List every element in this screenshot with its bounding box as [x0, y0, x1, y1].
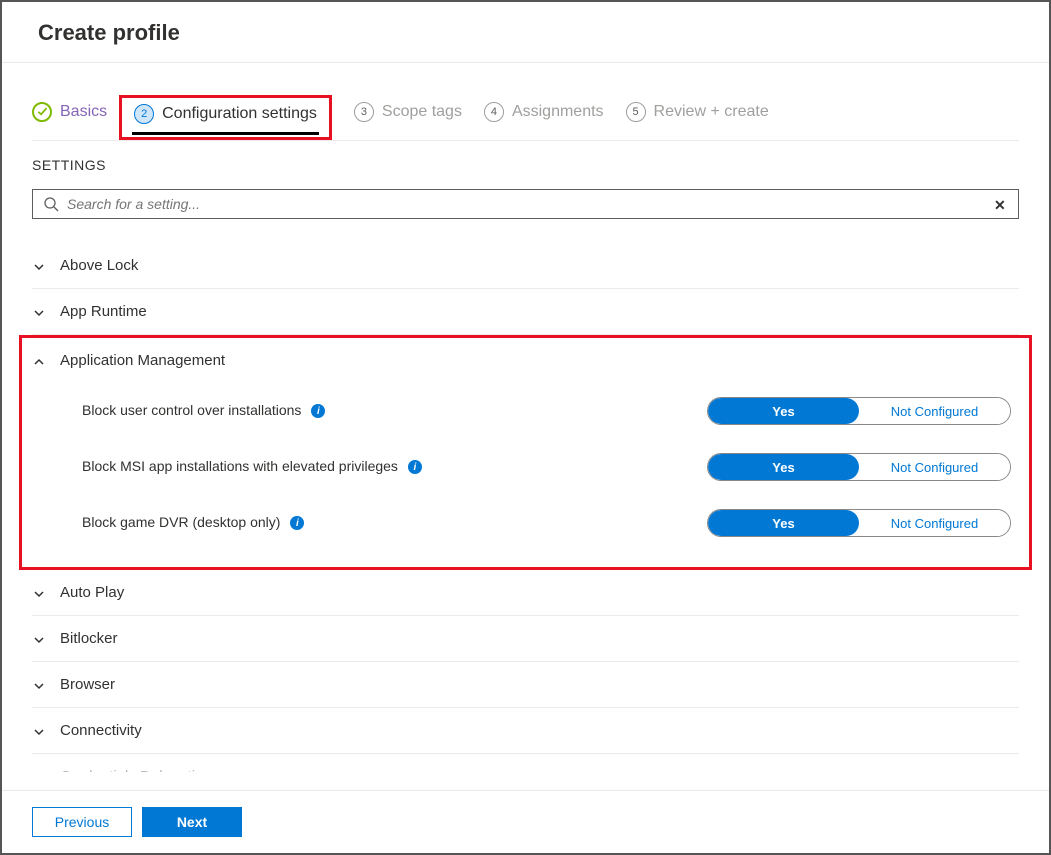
info-icon[interactable]: i	[290, 516, 304, 530]
tab-review-create[interactable]: 5 Review + create	[626, 102, 769, 134]
section-label: SETTINGS	[32, 157, 1019, 173]
step-badge: 5	[626, 102, 646, 122]
toggle-not-configured[interactable]: Not Configured	[859, 510, 1010, 536]
toggle-not-configured[interactable]: Not Configured	[859, 454, 1010, 480]
setting-row: Block game DVR (desktop only) i Yes Not …	[32, 495, 1019, 551]
setting-row: Block user control over installations i …	[32, 383, 1019, 439]
step-badge: 4	[484, 102, 504, 122]
chevron-down-icon	[32, 633, 46, 647]
category-auto-play[interactable]: Auto Play	[32, 570, 1019, 616]
setting-row: Block MSI app installations with elevate…	[32, 439, 1019, 495]
wizard-tabs: Basics 2 Configuration settings 3 Scope …	[32, 63, 1019, 141]
chevron-down-icon	[32, 771, 46, 773]
chevron-up-icon	[32, 355, 46, 369]
tab-basics[interactable]: Basics	[32, 102, 107, 134]
clear-icon[interactable]: ✕	[994, 197, 1008, 211]
toggle-block-game-dvr[interactable]: Yes Not Configured	[707, 509, 1011, 537]
setting-label: Block user control over installations	[82, 401, 301, 421]
toggle-yes[interactable]: Yes	[708, 398, 859, 424]
tab-label: Configuration settings	[162, 105, 317, 123]
category-label: Auto Play	[60, 584, 124, 601]
toggle-block-user-control[interactable]: Yes Not Configured	[707, 397, 1011, 425]
category-label: Above Lock	[60, 257, 138, 274]
category-highlight: Application Management Block user contro…	[19, 335, 1032, 570]
category-above-lock[interactable]: Above Lock	[32, 243, 1019, 289]
info-icon[interactable]: i	[311, 404, 325, 418]
info-icon[interactable]: i	[408, 460, 422, 474]
wizard-footer: Previous Next	[2, 790, 1049, 853]
next-button[interactable]: Next	[142, 807, 242, 837]
search-input[interactable]	[67, 196, 986, 212]
category-connectivity[interactable]: Connectivity	[32, 708, 1019, 754]
tab-highlight: 2 Configuration settings	[119, 95, 332, 140]
category-application-management[interactable]: Application Management	[32, 338, 1019, 383]
tab-label: Assignments	[512, 103, 604, 121]
chevron-down-icon	[32, 260, 46, 274]
toggle-not-configured[interactable]: Not Configured	[859, 398, 1010, 424]
category-label: App Runtime	[60, 303, 147, 320]
page-title: Create profile	[38, 20, 1019, 46]
category-credentials-delegation[interactable]: Credentials Delegation	[32, 754, 1019, 772]
category-label: Credentials Delegation	[60, 768, 212, 772]
chevron-down-icon	[32, 679, 46, 693]
tab-assignments[interactable]: 4 Assignments	[484, 102, 604, 134]
chevron-down-icon	[32, 306, 46, 320]
tab-label: Scope tags	[382, 103, 462, 121]
search-icon	[43, 196, 59, 212]
tab-label: Review + create	[654, 103, 769, 121]
toggle-block-msi[interactable]: Yes Not Configured	[707, 453, 1011, 481]
previous-button[interactable]: Previous	[32, 807, 132, 837]
search-box[interactable]: ✕	[32, 189, 1019, 219]
step-badge: 2	[134, 104, 154, 124]
category-label: Bitlocker	[60, 630, 118, 647]
setting-label: Block MSI app installations with elevate…	[82, 457, 398, 477]
setting-label: Block game DVR (desktop only)	[82, 513, 280, 533]
check-icon	[32, 102, 52, 122]
category-bitlocker[interactable]: Bitlocker	[32, 616, 1019, 662]
category-label: Connectivity	[60, 722, 142, 739]
category-label: Browser	[60, 676, 115, 693]
step-badge: 3	[354, 102, 374, 122]
tab-scope-tags[interactable]: 3 Scope tags	[354, 102, 462, 134]
chevron-down-icon	[32, 725, 46, 739]
category-label: Application Management	[60, 352, 225, 369]
category-browser[interactable]: Browser	[32, 662, 1019, 708]
category-app-runtime[interactable]: App Runtime	[32, 289, 1019, 335]
toggle-yes[interactable]: Yes	[708, 510, 859, 536]
chevron-down-icon	[32, 587, 46, 601]
tab-configuration-settings[interactable]: 2 Configuration settings	[134, 98, 317, 132]
tab-label: Basics	[60, 103, 107, 121]
toggle-yes[interactable]: Yes	[708, 454, 859, 480]
